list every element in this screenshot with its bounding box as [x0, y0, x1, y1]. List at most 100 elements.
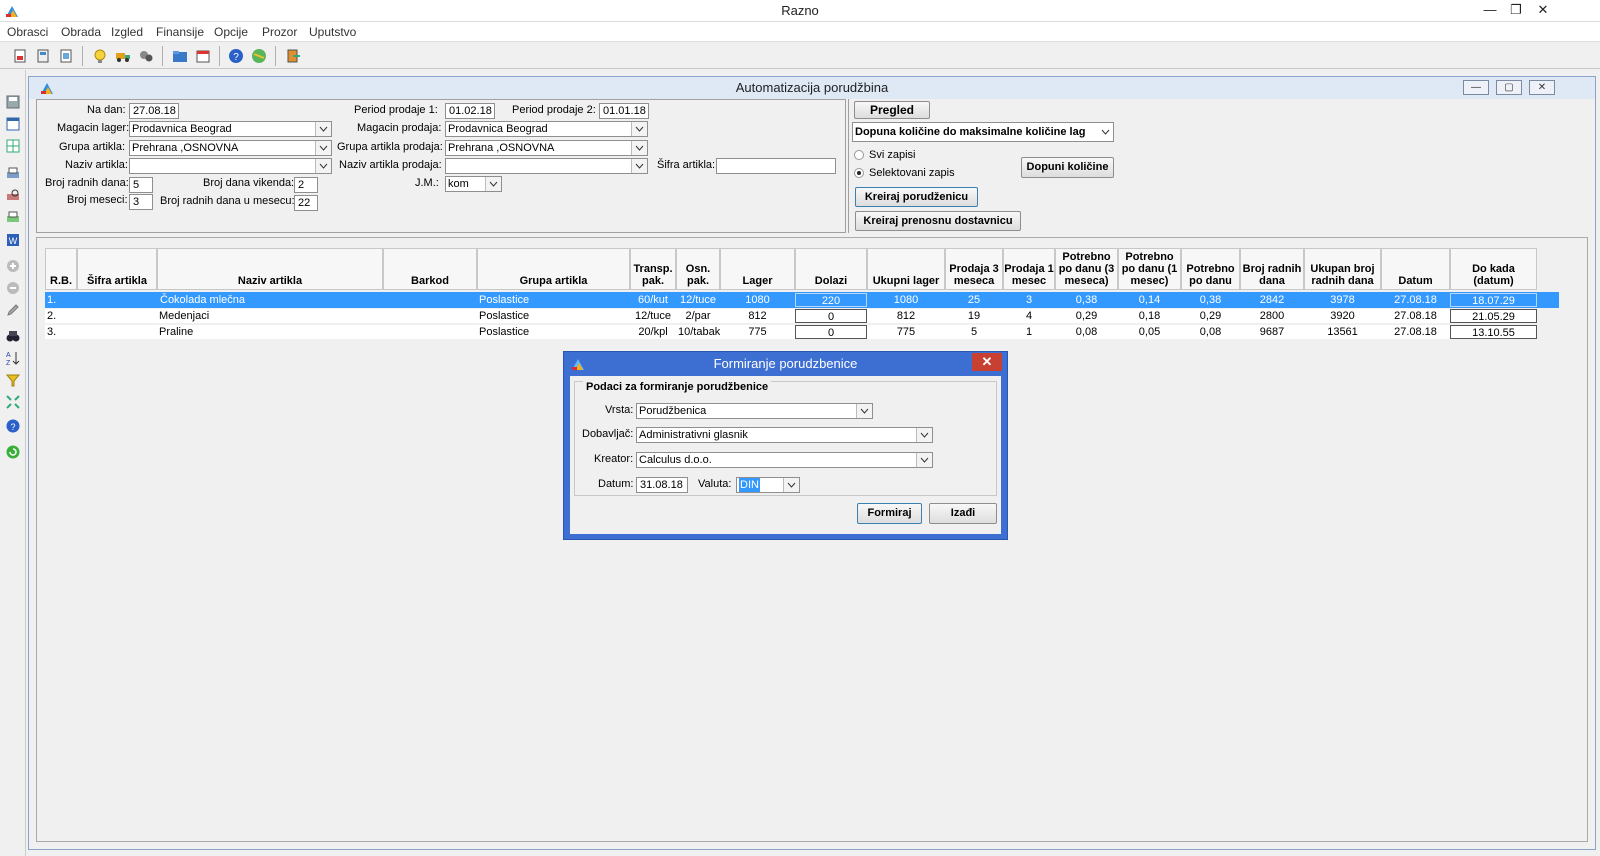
column-header-datum[interactable]: Datum — [1381, 248, 1450, 290]
table-row[interactable]: 3. Praline Poslastice 20/kpl 10/tabak 775 0 775… — [45, 324, 1555, 340]
vikenda-field[interactable]: 2 — [294, 177, 318, 193]
print-icon[interactable] — [3, 164, 23, 184]
grupa-prodaja-combo[interactable]: Prehrana ,OSNOVNA — [445, 140, 648, 156]
restore-icon[interactable]: ❐ — [1503, 0, 1529, 20]
menu-izgled[interactable]: Izgled — [111, 22, 143, 42]
radnih-dana-field[interactable]: 5 — [129, 177, 153, 193]
gears-icon[interactable] — [136, 46, 156, 66]
selektovani-radio[interactable] — [854, 168, 864, 178]
cell-dolazi[interactable]: 220 — [795, 293, 867, 307]
child-maximize-icon[interactable]: ▢ — [1496, 80, 1522, 95]
menu-obrasci[interactable]: Obrasci — [7, 22, 48, 42]
chevron-down-icon[interactable] — [631, 122, 647, 136]
chevron-down-icon[interactable] — [856, 404, 872, 418]
cell-dolazi[interactable]: 0 — [795, 325, 867, 339]
column-header-ukupan-radnih[interactable]: Ukupan broj radnih dana — [1304, 248, 1381, 290]
chevron-down-icon[interactable] — [916, 453, 932, 467]
chevron-down-icon[interactable] — [315, 122, 331, 136]
datum-field[interactable]: 31.08.18 — [636, 477, 688, 493]
kreator-combo[interactable]: Calculus d.o.o. — [636, 452, 933, 468]
chevron-down-icon[interactable] — [631, 159, 647, 173]
naziv-combo[interactable] — [129, 158, 332, 174]
truck-icon[interactable] — [113, 46, 133, 66]
naziv-prodaja-combo[interactable] — [445, 158, 648, 174]
chevron-down-icon[interactable] — [783, 478, 799, 492]
child-close-icon[interactable]: ✕ — [1529, 80, 1555, 95]
column-header-prodaja3[interactable]: Prodaja 3 meseca — [945, 248, 1003, 290]
menu-obrada[interactable]: Obrada — [61, 22, 101, 42]
column-header-do-kada[interactable]: Do kada (datum) — [1450, 248, 1537, 290]
dopuni-button[interactable]: Dopuni količine — [1021, 157, 1114, 178]
chevron-down-icon[interactable] — [631, 141, 647, 155]
vrsta-combo[interactable]: Porudžbenica — [636, 403, 873, 419]
table-icon[interactable] — [3, 114, 23, 134]
column-header-ukupni-lager[interactable]: Ukupni lager — [867, 248, 945, 290]
kreiraj-dostavnicu-button[interactable]: Kreiraj prenosnu dostavnicu — [855, 211, 1021, 231]
menu-finansije[interactable]: Finansije — [156, 22, 204, 42]
lightbulb-icon[interactable] — [90, 46, 110, 66]
column-header-lager[interactable]: Lager — [720, 248, 795, 290]
help-icon[interactable]: ? — [226, 46, 246, 66]
period1-field[interactable]: 01.02.18 — [445, 103, 495, 119]
print-setup-icon[interactable] — [3, 208, 23, 228]
column-header-broj-radnih[interactable]: Broj radnih dana — [1240, 248, 1304, 290]
magacin-lager-combo[interactable]: Prodavnica Beograd — [129, 121, 332, 137]
exit-icon[interactable] — [283, 46, 303, 66]
cell-do-kada[interactable]: 21.05.29 — [1450, 309, 1537, 323]
chevron-down-icon[interactable] — [1097, 123, 1113, 141]
spreadsheet-icon[interactable] — [3, 136, 23, 156]
close-icon[interactable]: ✕ — [1530, 0, 1556, 20]
column-header-transp[interactable]: Transp. pak. — [630, 248, 676, 290]
izadji-button[interactable]: Izađi — [929, 503, 997, 524]
calendar-icon[interactable] — [193, 46, 213, 66]
sifra-field[interactable] — [716, 158, 836, 174]
mode-combo[interactable]: Dopuna količine do maksimalne količine l… — [852, 122, 1114, 142]
column-header-potrebno1[interactable]: Potrebno po danu (1 mesec) — [1118, 248, 1181, 290]
grupa-combo[interactable]: Prehrana ,OSNOVNA — [129, 140, 332, 156]
binoculars-icon[interactable] — [3, 326, 23, 346]
sort-az-icon[interactable]: AZ — [3, 348, 23, 368]
folder-icon[interactable] — [170, 46, 190, 66]
jm-combo[interactable]: kom — [445, 176, 502, 192]
close-icon[interactable]: ✕ — [972, 353, 1002, 371]
column-header-naziv[interactable]: Naziv artikla — [157, 248, 383, 290]
chevron-down-icon[interactable] — [916, 428, 932, 442]
calculator-icon[interactable] — [33, 46, 53, 66]
column-header-potrebno3[interactable]: Potrebno po danu (3 meseca) — [1055, 248, 1118, 290]
chevron-down-icon[interactable] — [315, 141, 331, 155]
svi-zapisi-radio[interactable] — [854, 150, 864, 160]
document-icon[interactable] — [10, 46, 30, 66]
refresh-icon[interactable] — [3, 442, 23, 462]
period2-field[interactable]: 01.01.18 — [599, 103, 649, 119]
kreiraj-porudzbenicu-button[interactable]: Kreiraj porudženicu — [855, 187, 978, 207]
filter-icon[interactable] — [3, 370, 23, 390]
cell-do-kada[interactable]: 13.10.55 — [1450, 325, 1537, 339]
formiraj-button[interactable]: Formiraj — [857, 503, 922, 524]
menu-uputstvo[interactable]: Uputstvo — [309, 22, 356, 42]
child-minimize-icon[interactable]: — — [1463, 80, 1489, 95]
edit-icon[interactable] — [3, 300, 23, 320]
column-header-prodaja1[interactable]: Prodaja 1 mesec — [1003, 248, 1055, 290]
save-icon[interactable] — [3, 92, 23, 112]
cell-do-kada[interactable]: 18.07.29 — [1450, 293, 1537, 307]
menu-opcije[interactable]: Opcije — [214, 22, 248, 42]
column-header-sifra[interactable]: Šifra artikla — [77, 248, 157, 290]
add-icon[interactable] — [3, 256, 23, 276]
word-export-icon[interactable]: W — [3, 230, 23, 250]
column-header-dolazi[interactable]: Dolazi — [795, 248, 867, 290]
table-row[interactable]: 1. Čokolada mlečna Poslastice 60/kut 12/tuce… — [45, 292, 1559, 308]
column-header-barkod[interactable]: Barkod — [383, 248, 477, 290]
dobavljac-combo[interactable]: Administrativni glasnik — [636, 427, 933, 443]
cell-dolazi[interactable]: 0 — [795, 309, 867, 323]
pregled-button[interactable]: Pregled — [854, 101, 930, 119]
column-header-grupa[interactable]: Grupa artikla — [477, 248, 630, 290]
magacin-prodaja-combo[interactable]: Prodavnica Beograd — [445, 121, 648, 137]
column-header-rb[interactable]: R.B. — [45, 248, 77, 290]
column-header-potrebno[interactable]: Potrebno po danu — [1181, 248, 1240, 290]
na-dan-field[interactable]: 27.08.18 — [129, 103, 179, 119]
report-icon[interactable] — [56, 46, 76, 66]
menu-prozor[interactable]: Prozor — [262, 22, 297, 42]
chevron-down-icon[interactable] — [485, 177, 501, 191]
chevron-down-icon[interactable] — [315, 159, 331, 173]
print-preview-icon[interactable] — [3, 186, 23, 206]
